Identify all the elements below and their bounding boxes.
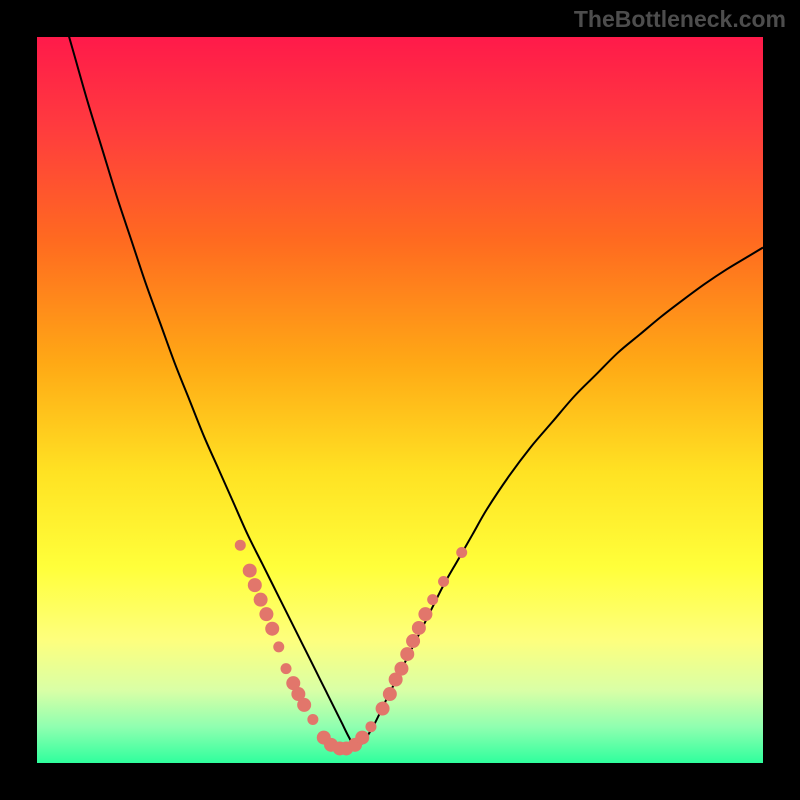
marker-point	[248, 578, 262, 592]
marker-point	[400, 647, 414, 661]
marker-point	[438, 576, 449, 587]
marker-point	[427, 594, 438, 605]
gradient-background	[37, 37, 763, 763]
watermark-text: TheBottleneck.com	[574, 6, 786, 33]
marker-point	[297, 698, 311, 712]
marker-point	[456, 547, 467, 558]
marker-point	[412, 621, 426, 635]
chart-frame: TheBottleneck.com	[0, 0, 800, 800]
marker-point	[243, 564, 257, 578]
marker-point	[365, 721, 376, 732]
marker-point	[307, 714, 318, 725]
marker-point	[273, 641, 284, 652]
marker-point	[259, 607, 273, 621]
chart-svg	[37, 37, 763, 763]
marker-point	[406, 634, 420, 648]
marker-point	[355, 731, 369, 745]
marker-point	[418, 607, 432, 621]
marker-point	[235, 540, 246, 551]
marker-point	[376, 702, 390, 716]
marker-point	[265, 622, 279, 636]
plot-area	[37, 37, 763, 763]
marker-point	[394, 662, 408, 676]
marker-point	[383, 687, 397, 701]
marker-point	[281, 663, 292, 674]
marker-point	[254, 593, 268, 607]
